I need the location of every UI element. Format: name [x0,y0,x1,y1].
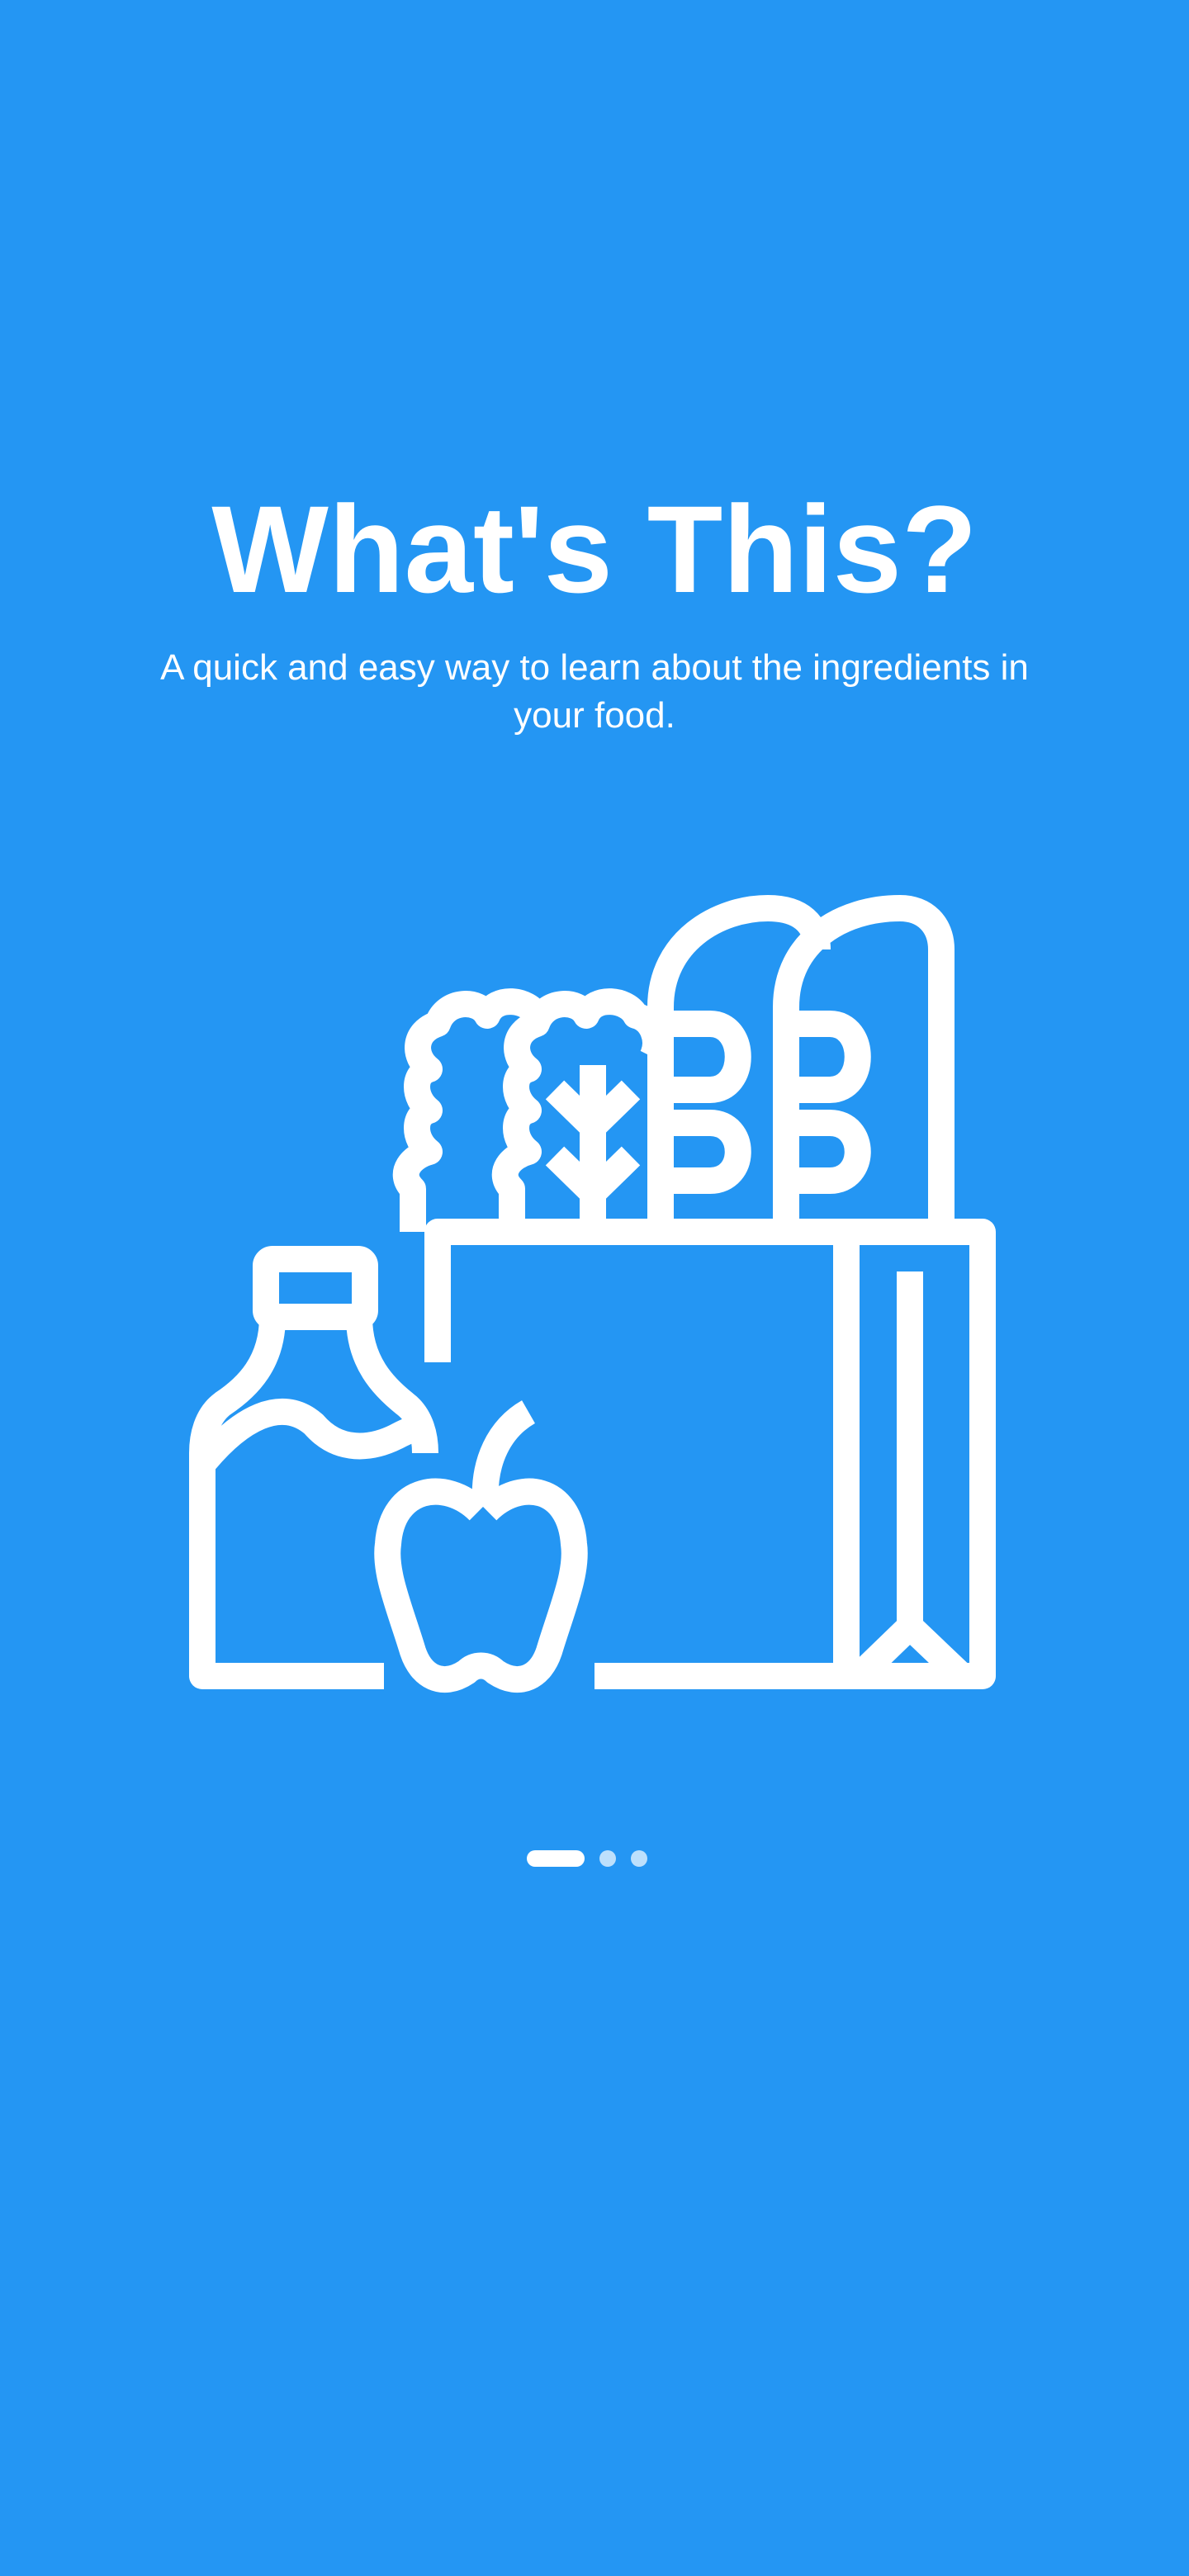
grocery-bag-icon [189,895,996,1693]
page-indicator-dot[interactable] [599,1850,616,1867]
page-indicator-dot[interactable] [631,1850,647,1867]
page-indicator [0,1841,1189,1874]
onboarding-screen[interactable]: What's This? A quick and easy way to lea… [0,0,1189,2576]
bag-icon [424,1219,996,1689]
lettuce-icon [392,988,669,1232]
bread-icon [647,895,955,1232]
page-indicator-dot-active[interactable] [527,1850,585,1867]
